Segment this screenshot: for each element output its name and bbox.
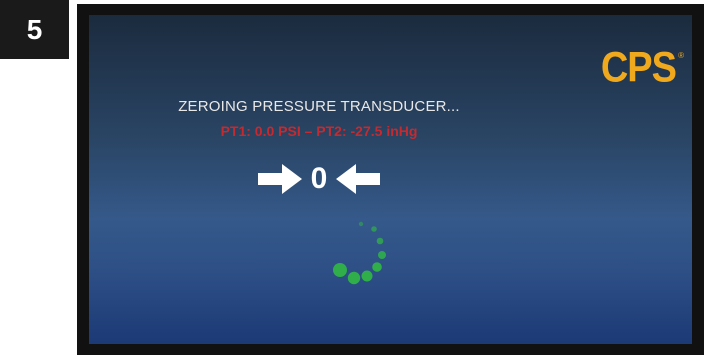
cps-logo: CPS	[600, 44, 677, 92]
status-title: ZEROING PRESSURE TRANSDUCER...	[178, 98, 460, 115]
step-number-badge: 5	[0, 0, 69, 59]
arrow-right-icon	[257, 164, 302, 194]
loading-spinner-icon	[327, 217, 407, 297]
registered-mark: ®	[678, 51, 684, 60]
arrow-left-icon	[336, 164, 381, 194]
pressure-readings: PT1: 0.0 PSI – PT2: -27.5 inHg	[220, 123, 418, 139]
zero-value: 0	[310, 162, 328, 195]
zero-indicator: 0	[89, 164, 549, 194]
device-screen: CPS ® ZEROING PRESSURE TRANSDUCER... PT1…	[89, 15, 692, 344]
